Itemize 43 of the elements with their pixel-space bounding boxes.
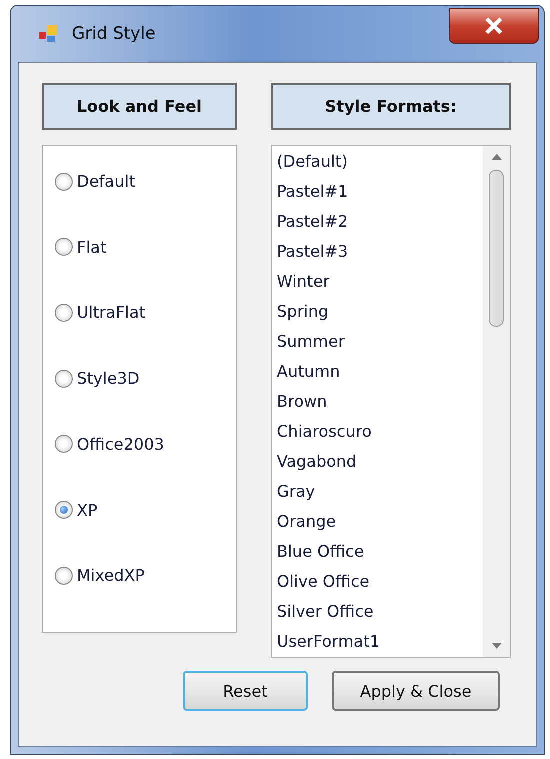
close-icon[interactable] (483, 17, 505, 35)
list-item[interactable]: Blue Office (277, 537, 483, 567)
section-heading: Look and Feel (42, 83, 237, 130)
app-icon (38, 23, 60, 45)
radio-option[interactable]: MixedXP (55, 566, 145, 586)
radio-option[interactable]: UltraFlat (55, 303, 146, 322)
list-item[interactable]: Chiaroscuro (277, 417, 483, 447)
radio-option[interactable]: Flat (55, 238, 107, 257)
radio-option[interactable]: Default (55, 172, 136, 191)
list-item[interactable]: Spring (277, 297, 483, 327)
radio-button[interactable] (55, 304, 73, 322)
radio-button[interactable] (55, 435, 73, 454)
list-item[interactable]: Summer (277, 327, 483, 357)
list-item[interactable]: Pastel#3 (277, 237, 483, 267)
window-title: Grid Style (72, 24, 156, 44)
scrollbar[interactable] (483, 146, 510, 657)
list-item[interactable]: UserFormat1 (277, 627, 483, 657)
scroll-up-arrow-icon[interactable] (492, 154, 502, 160)
dialog-button[interactable]: Apply & Close (332, 671, 500, 711)
list-item[interactable]: Gray (277, 477, 483, 507)
radio-option[interactable]: XP (55, 500, 98, 520)
list-item[interactable]: Silver Office (277, 597, 483, 627)
dialog-button[interactable]: Reset (183, 671, 308, 711)
list-item[interactable]: Pastel#1 (277, 177, 483, 207)
radio-button[interactable] (55, 238, 73, 256)
radio-button[interactable] (55, 501, 73, 520)
scroll-thumb[interactable] (489, 170, 504, 327)
scroll-down-arrow-icon[interactable] (492, 643, 502, 649)
list-item[interactable]: Vagabond (277, 447, 483, 477)
list-item[interactable]: Olive Office (277, 567, 483, 597)
list-item[interactable]: Autumn (277, 357, 483, 387)
radio-option[interactable]: Office2003 (55, 434, 164, 454)
radio-button[interactable] (55, 566, 73, 585)
list-item[interactable]: Winter (277, 267, 483, 297)
section-heading: Style Formats: (271, 83, 511, 130)
close-button[interactable] (449, 8, 539, 44)
list-item[interactable]: Brown (277, 387, 483, 417)
radio-button[interactable] (55, 370, 73, 388)
radio-button[interactable] (55, 172, 73, 190)
list-item[interactable]: (Default) (277, 147, 483, 177)
list-item[interactable]: Orange (277, 507, 483, 537)
list-item[interactable]: Pastel#2 (277, 207, 483, 237)
radio-option[interactable]: Style3D (55, 369, 140, 388)
